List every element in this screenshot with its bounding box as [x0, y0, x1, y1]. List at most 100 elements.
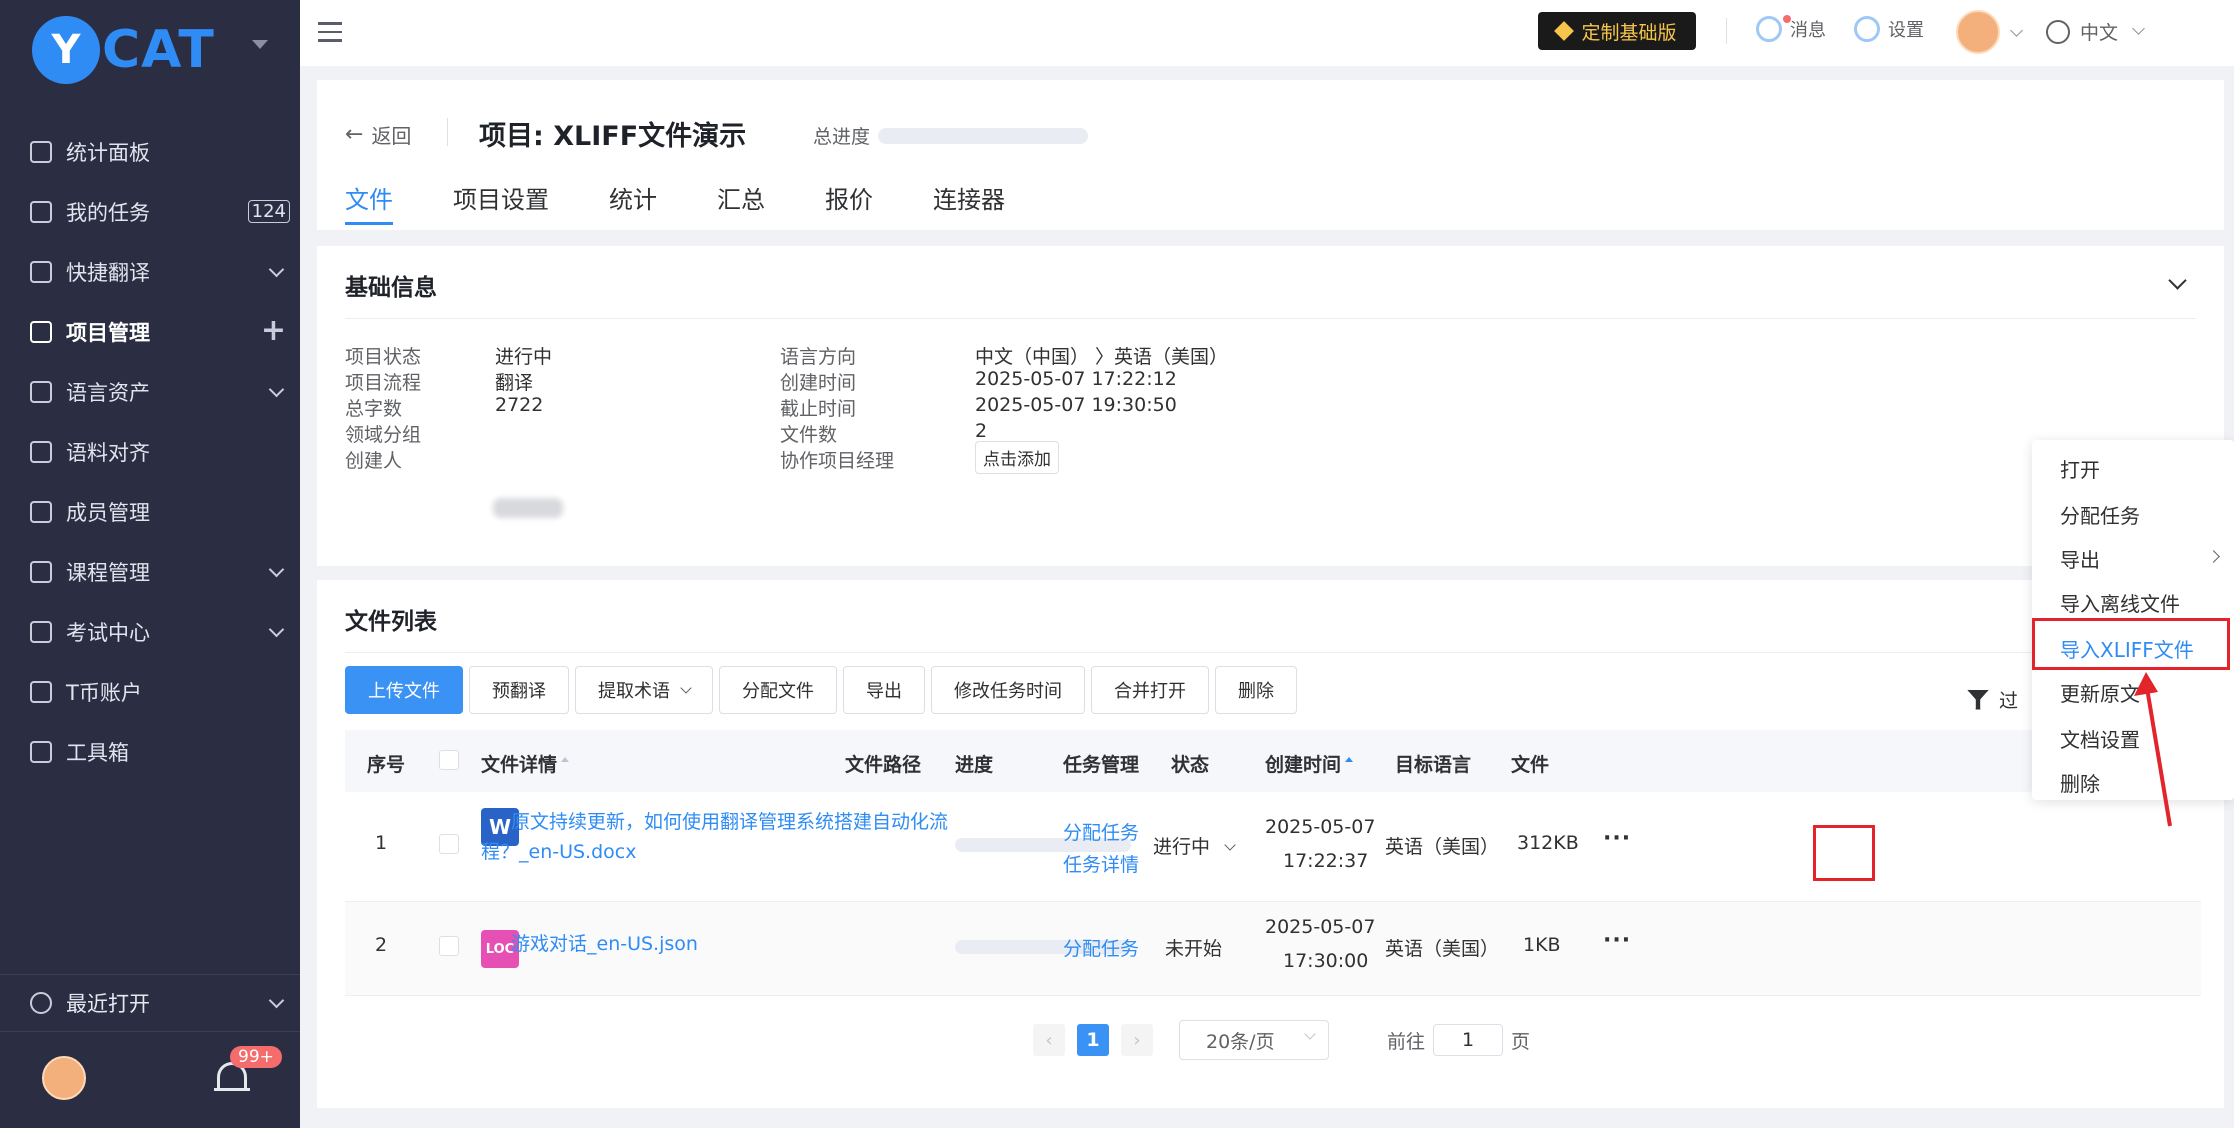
created-date: 2025-05-07 — [1265, 916, 1376, 938]
logo-text: CAT — [102, 20, 215, 80]
logo[interactable]: Y CAT — [32, 16, 222, 84]
page-number[interactable]: 1 — [1077, 1024, 1109, 1056]
avatar[interactable] — [42, 1056, 86, 1100]
info-value: 2025-05-07 19:30:50 — [975, 394, 1177, 416]
chevron-down-icon[interactable] — [2010, 24, 2023, 37]
delete-button[interactable]: 删除 — [1215, 666, 1297, 714]
created-date: 2025-05-07 — [1265, 816, 1376, 838]
sidebar-item-members[interactable]: 成员管理 — [0, 482, 300, 542]
extract-terms-button[interactable]: 提取术语 — [575, 666, 713, 714]
menu-item-export[interactable]: 导出 — [2060, 544, 2100, 573]
sidebar-item-dashboard[interactable]: 统计面板 — [0, 122, 300, 182]
col-created-time[interactable]: 创建时间 — [1265, 750, 1354, 777]
row-index: 2 — [375, 934, 388, 956]
assign-task-link[interactable]: 分配任务 — [1063, 934, 1139, 961]
messages-button[interactable]: 消息 — [1756, 15, 1826, 42]
back-button[interactable]: ← 返回 — [345, 120, 411, 149]
page-title: 项目: XLIFF文件演示 — [479, 121, 747, 152]
next-page-button[interactable]: › — [1121, 1024, 1153, 1056]
sidebar-item-my-tasks[interactable]: 我的任务 124 — [0, 182, 300, 242]
assign-task-link[interactable]: 分配任务 — [1063, 818, 1139, 845]
pre-translate-button[interactable]: 预翻译 — [469, 666, 569, 714]
col-status: 状态 — [1171, 754, 1210, 776]
messages-label: 消息 — [1790, 20, 1826, 41]
user-avatar[interactable] — [1956, 10, 2000, 54]
sidebar-item-quick-translate[interactable]: 快捷翻译 — [0, 242, 300, 302]
filter-label: 过 — [1999, 690, 2019, 712]
settings-button[interactable]: 设置 — [1854, 16, 1924, 42]
gear-icon — [1854, 16, 1880, 42]
status-select[interactable]: 进行中 — [1153, 832, 1236, 859]
divider — [1726, 18, 1727, 44]
tab-project-settings[interactable]: 项目设置 — [453, 180, 549, 225]
menu-item-open[interactable]: 打开 — [2060, 454, 2100, 483]
language-label: 中文 — [2080, 22, 2119, 44]
file-name-link[interactable]: 程？_en-US.docx — [481, 836, 636, 868]
row-checkbox[interactable] — [439, 834, 459, 854]
prev-page-button[interactable]: ‹ — [1033, 1024, 1065, 1056]
overall-progress-label: 总进度 — [813, 126, 871, 148]
tab-quote[interactable]: 报价 — [825, 180, 873, 225]
chevron-down-icon[interactable] — [252, 40, 268, 49]
sidebar-item-exam-center[interactable]: 考试中心 — [0, 602, 300, 662]
menu-toggle-icon[interactable] — [318, 22, 342, 44]
plus-icon[interactable]: + — [261, 316, 286, 346]
chevron-down-icon — [268, 561, 285, 578]
menu-item-assign-task[interactable]: 分配任务 — [2060, 500, 2140, 529]
col-file-details[interactable]: 文件详情 — [481, 750, 570, 777]
chevron-down-icon[interactable] — [2168, 271, 2187, 290]
sidebar-item-label: 最近打开 — [66, 992, 150, 1016]
table-row: 2 LOC 游戏对话_en-US.json 分配任务 未开始 2025-05-0… — [345, 902, 2201, 996]
sidebar-item-label: 我的任务 — [66, 201, 150, 225]
file-toolbar: 上传文件 预翻译 提取术语 分配文件 导出 修改任务时间 合并打开 删除 — [345, 666, 1303, 714]
vip-plan-button[interactable]: 定制基础版 — [1538, 12, 1696, 50]
sidebar-item-project-management[interactable]: 项目管理 + — [0, 302, 300, 362]
sidebar-item-label: 语言资产 — [66, 381, 150, 405]
sidebar-item-corpus-alignment[interactable]: 语料对齐 — [0, 422, 300, 482]
sidebar-item-toolbox[interactable]: 工具箱 — [0, 722, 300, 782]
chevron-down-icon — [1224, 839, 1236, 851]
col-target-language: 目标语言 — [1395, 754, 1472, 776]
export-button[interactable]: 导出 — [843, 666, 925, 714]
assign-files-button[interactable]: 分配文件 — [719, 666, 837, 714]
more-icon[interactable]: ··· — [1603, 928, 1631, 953]
more-icon[interactable]: ··· — [1603, 826, 1631, 851]
info-value: 进行中 — [495, 346, 553, 368]
chevron-down-icon — [2132, 22, 2145, 35]
info-value: 翻译 — [495, 372, 534, 394]
tab-statistics[interactable]: 统计 — [609, 180, 657, 225]
tab-summary[interactable]: 汇总 — [717, 180, 765, 225]
course-icon — [30, 561, 52, 583]
col-progress: 进度 — [955, 754, 994, 776]
building-icon — [30, 501, 52, 523]
merge-open-button[interactable]: 合并打开 — [1091, 666, 1209, 714]
sidebar-item-language-assets[interactable]: 语言资产 — [0, 362, 300, 422]
table-row: 1 W 原文持续更新，如何使用翻译管理系统搭建自动化流 程？_en-US.doc… — [345, 792, 2201, 902]
file-name-link[interactable]: 游戏对话_en-US.json — [511, 928, 698, 960]
menu-item-import-offline[interactable]: 导入离线文件 — [2060, 588, 2180, 617]
file-name-link[interactable]: 原文持续更新，如何使用翻译管理系统搭建自动化流 — [511, 806, 948, 838]
page-suffix-label: 页 — [1511, 1030, 1531, 1053]
basic-info-title: 基础信息 — [345, 275, 437, 301]
info-label: 文件数 — [780, 424, 838, 446]
sidebar-item-label: 考试中心 — [66, 621, 150, 645]
page-size-select[interactable]: 20条/页 — [1179, 1020, 1329, 1060]
task-details-link[interactable]: 任务详情 — [1063, 850, 1139, 877]
sidebar-item-t-coin-account[interactable]: T币账户 — [0, 662, 300, 722]
back-label: 返回 — [371, 124, 412, 148]
goto-page-input[interactable]: 1 — [1433, 1024, 1504, 1056]
select-all-checkbox[interactable] — [439, 750, 459, 770]
sidebar: Y CAT 统计面板 我的任务 124 快捷翻译 项目管理 + 语言资产 语料对… — [0, 0, 300, 1128]
language-switcher[interactable]: 中文 — [2046, 18, 2145, 45]
tab-files[interactable]: 文件 — [345, 180, 393, 225]
edit-task-time-button[interactable]: 修改任务时间 — [931, 666, 1085, 714]
sidebar-item-recent[interactable]: 最近打开 — [0, 974, 300, 1032]
tab-connectors[interactable]: 连接器 — [933, 180, 1005, 225]
row-checkbox[interactable] — [439, 936, 459, 956]
upload-file-button[interactable]: 上传文件 — [345, 666, 463, 714]
filter-button[interactable]: 过 — [1967, 686, 2018, 713]
sidebar-item-label: 快捷翻译 — [66, 261, 150, 285]
sort-icon — [561, 757, 570, 762]
sidebar-item-courses[interactable]: 课程管理 — [0, 542, 300, 602]
add-manager-button[interactable]: 点击添加 — [975, 441, 1059, 474]
